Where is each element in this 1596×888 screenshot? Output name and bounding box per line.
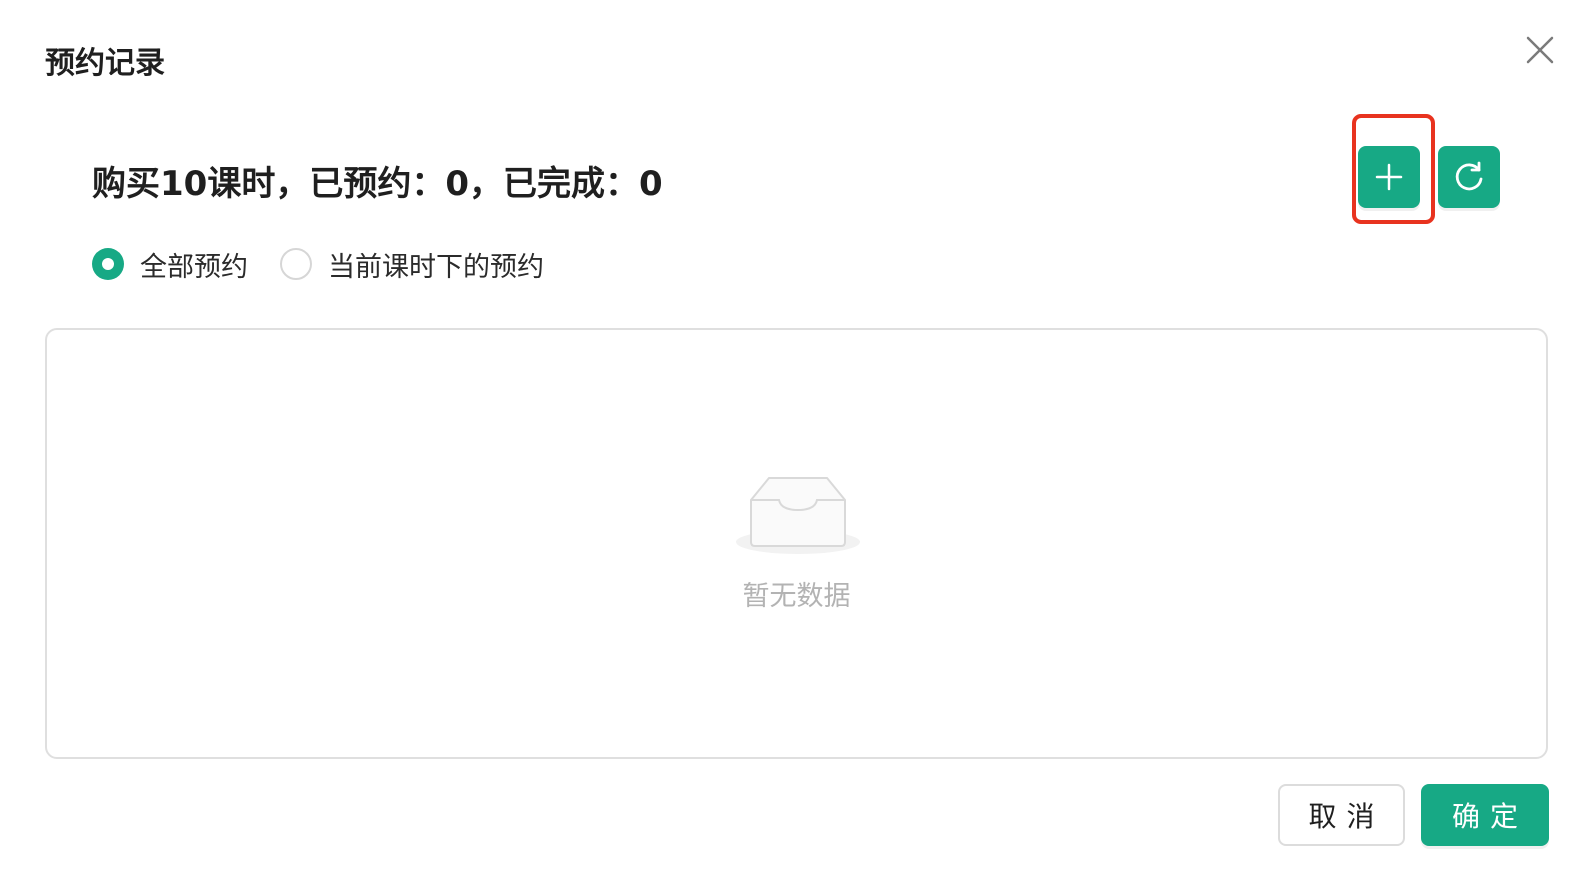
add-appointment-button[interactable] [1358,146,1420,208]
cancel-button[interactable]: 取消 [1278,784,1405,846]
purchase-summary: 购买10课时，已预约：0，已完成：0 [92,164,663,204]
radio-all-appointments[interactable]: 全部预约 [92,245,248,284]
refresh-button[interactable] [1438,146,1500,208]
radio-checked-icon [92,248,124,280]
close-icon [1526,36,1554,64]
empty-state-text: 暂无数据 [742,581,851,612]
appointment-table: 暂无数据 [45,328,1548,759]
dialog-title: 预约记录 [45,46,165,81]
close-button[interactable] [1524,34,1556,66]
radio-label: 全部预约 [140,251,248,283]
appointment-records-dialog: 预约记录 购买10课时，已预约：0，已完成：0 全部预约 当前课时下的预约 暂无… [0,0,1596,888]
empty-inbox-icon [736,477,860,554]
radio-current-lesson-appointments[interactable]: 当前课时下的预约 [280,245,544,284]
appointment-filter: 全部预约 当前课时下的预约 [92,245,576,284]
radio-label: 当前课时下的预约 [328,251,544,283]
radio-unchecked-icon [280,248,312,280]
plus-icon [1375,163,1403,191]
refresh-icon [1455,161,1483,191]
confirm-button[interactable]: 确定 [1421,784,1549,846]
